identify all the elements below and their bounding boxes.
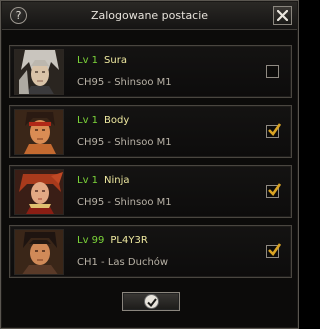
character-level-name: Lv 99 PL4Y3R (77, 235, 148, 246)
character-name: Body (104, 115, 130, 126)
character-checkbox[interactable] (266, 243, 282, 258)
character-level-name: Lv 1 Body (77, 115, 129, 126)
character-checkbox[interactable] (266, 65, 279, 78)
window-title: Zalogowane postacie (90, 9, 209, 22)
level-label: Lv 1 (77, 175, 99, 186)
checkmark-icon (268, 243, 282, 257)
character-checkbox[interactable] (266, 123, 282, 138)
checkmark-icon (268, 123, 282, 137)
character-row-body[interactable]: Lv 1 Body CH95 - Shinsoo M1 (9, 105, 292, 158)
warrior-portrait-icon (14, 229, 64, 275)
window-titlebar[interactable]: ? Zalogowane postacie (2, 2, 297, 30)
character-name: Ninja (104, 175, 130, 186)
confirm-icon-badge (144, 294, 159, 309)
character-server: CH95 - Shinsoo M1 (77, 137, 172, 148)
sura-portrait-icon (14, 49, 64, 95)
character-level-name: Lv 1 Ninja (77, 175, 130, 186)
character-level-name: Lv 1 Sura (77, 55, 127, 66)
character-row-pl4y3r[interactable]: Lv 99 PL4Y3R CH1 - Las Duchów (9, 225, 292, 278)
level-label: Lv 1 (77, 55, 99, 66)
logged-characters-window: ? Zalogowane postacie Lv 1 Sura CH95 - S… (0, 0, 299, 329)
character-server: CH95 - Shinsoo M1 (77, 197, 172, 208)
character-row-ninja[interactable]: Lv 1 Ninja CH95 - Shinsoo M1 (9, 165, 292, 218)
character-server: CH1 - Las Duchów (77, 257, 169, 268)
level-label: Lv 1 (77, 115, 99, 126)
checkmark-icon (268, 183, 282, 197)
confirm-button[interactable] (122, 292, 180, 311)
level-label: Lv 99 (77, 235, 105, 246)
character-name: PL4Y3R (110, 235, 148, 246)
character-name: Sura (104, 55, 127, 66)
close-button[interactable] (273, 6, 292, 25)
body-portrait-icon (14, 109, 64, 155)
close-x-icon (277, 10, 288, 21)
checkmark-icon (147, 298, 157, 307)
character-server: CH95 - Shinsoo M1 (77, 77, 172, 88)
character-checkbox[interactable] (266, 183, 282, 198)
character-row-sura[interactable]: Lv 1 Sura CH95 - Shinsoo M1 (9, 45, 292, 98)
ninja-portrait-icon (14, 169, 64, 215)
